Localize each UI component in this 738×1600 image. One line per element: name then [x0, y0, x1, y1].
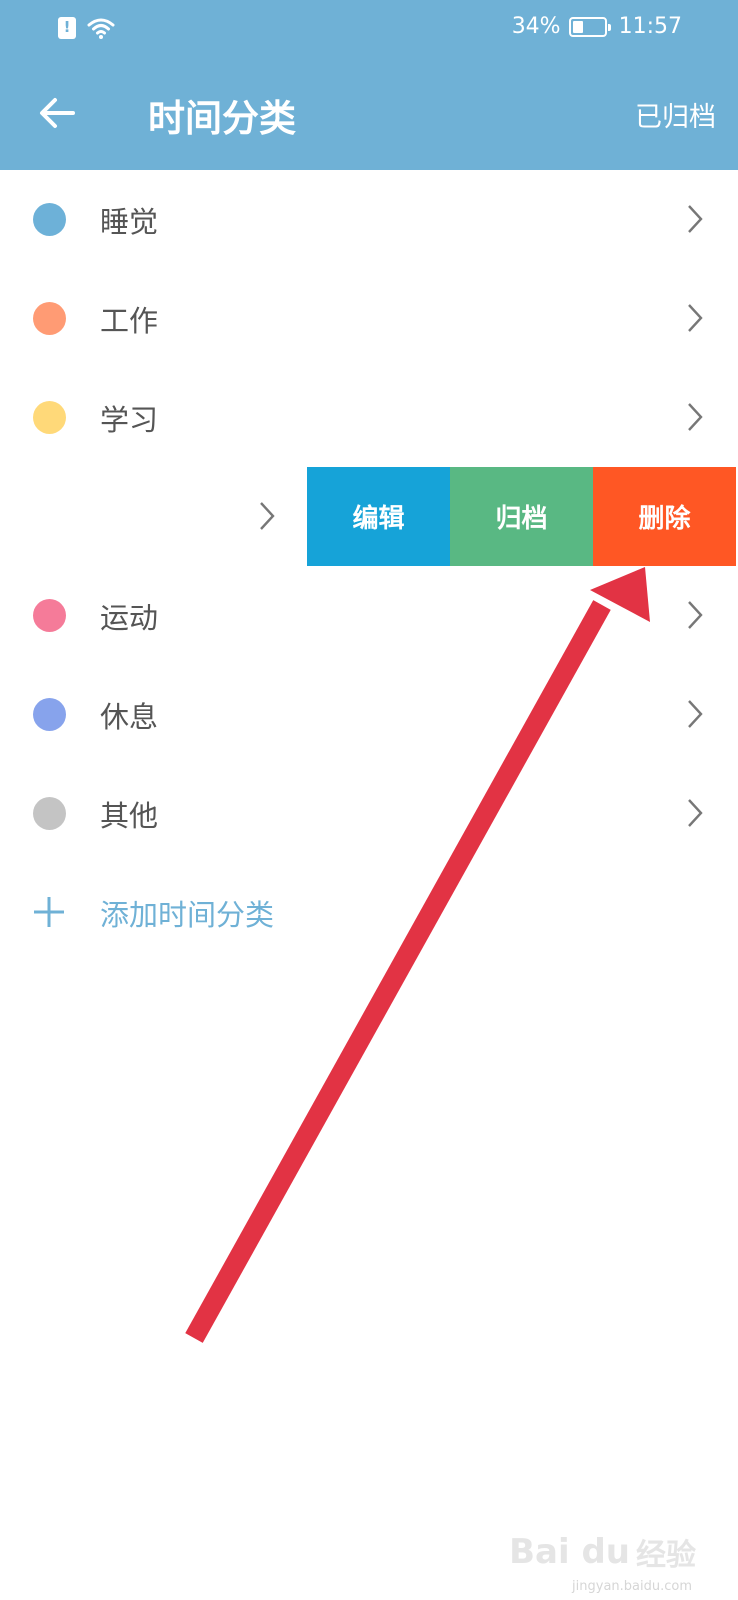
category-row-exercise[interactable]: 运动 — [0, 566, 738, 665]
category-label: 睡觉 — [100, 205, 159, 239]
category-label: 休息 — [100, 700, 159, 734]
back-button[interactable] — [30, 86, 84, 140]
category-row-study[interactable]: 学习 — [0, 368, 738, 467]
watermark-logo: Bai du — [509, 1532, 630, 1572]
category-color-dot — [33, 797, 66, 830]
category-list: 睡觉 工作 学习 编辑 归档 删除 运动 休息 其他 添加时间分类 — [0, 170, 738, 962]
category-row-swiped[interactable]: 编辑 归档 删除 — [0, 467, 738, 566]
category-label: 学习 — [100, 403, 159, 437]
category-label: 其他 — [100, 799, 159, 833]
add-category-label: 添加时间分类 — [100, 898, 275, 932]
edit-button[interactable]: 编辑 — [307, 467, 450, 566]
delete-button[interactable]: 删除 — [593, 467, 736, 566]
category-color-dot — [33, 698, 66, 731]
sim-alert-icon — [58, 17, 76, 39]
category-color-dot — [33, 599, 66, 632]
chevron-right-icon — [688, 205, 703, 233]
status-left — [58, 16, 116, 40]
category-row-other[interactable]: 其他 — [0, 764, 738, 863]
watermark: Bai du 经验 — [509, 1530, 696, 1574]
chevron-right-icon — [688, 601, 703, 629]
category-color-dot — [33, 302, 66, 335]
chevron-right-icon — [688, 799, 703, 827]
plus-icon — [34, 897, 64, 927]
chevron-right-icon — [688, 700, 703, 728]
archived-button[interactable]: 已归档 — [635, 95, 716, 134]
chevron-right-icon — [688, 304, 703, 332]
page-title: 时间分类 — [148, 97, 296, 140]
battery-percent: 34% — [511, 14, 561, 39]
watermark-text: 经验 — [636, 1538, 696, 1573]
chevron-right-icon — [688, 403, 703, 431]
battery-icon — [568, 16, 611, 37]
category-color-dot — [33, 401, 66, 434]
wifi-icon — [87, 18, 115, 39]
archive-button[interactable]: 归档 — [450, 467, 593, 566]
category-row-work[interactable]: 工作 — [0, 269, 738, 368]
back-arrow-icon — [40, 98, 75, 128]
status-right: 34% 11:57 — [512, 14, 682, 39]
category-label: 运动 — [100, 601, 159, 635]
category-row-sleep[interactable]: 睡觉 — [0, 170, 738, 269]
app-header: 34% 11:57 时间分类 已归档 — [0, 0, 738, 170]
battery-fill — [572, 20, 584, 33]
clock: 11:57 — [618, 14, 682, 39]
category-row-rest[interactable]: 休息 — [0, 665, 738, 764]
watermark-url: jingyan.baidu.com — [572, 1579, 692, 1594]
add-category-button[interactable]: 添加时间分类 — [0, 863, 738, 962]
chevron-right-icon — [260, 502, 275, 530]
category-label: 工作 — [100, 304, 159, 338]
category-color-dot — [33, 203, 66, 236]
